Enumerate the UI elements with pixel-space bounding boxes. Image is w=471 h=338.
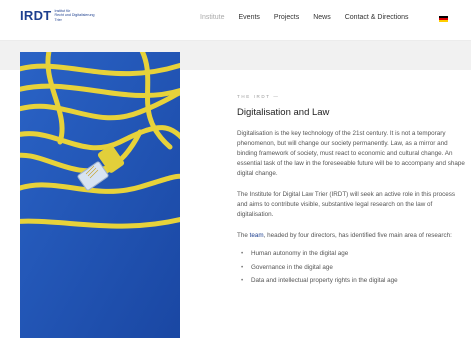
- irdt-logo[interactable]: IRDT Institut für Recht und Digitalisier…: [20, 9, 94, 23]
- team-link[interactable]: team: [250, 232, 264, 239]
- nav-item-news[interactable]: News: [313, 14, 331, 21]
- list-item: Data and intellectual property rights in…: [241, 274, 465, 288]
- nav-item-events[interactable]: Events: [239, 14, 260, 21]
- research-areas-list: Human autonomy in the digital age Govern…: [237, 247, 465, 288]
- institute-paragraph: The Institute for Digital Law Trier (IRD…: [237, 191, 456, 218]
- site-header: IRDT Institut für Recht und Digitalisier…: [0, 0, 471, 41]
- team-paragraph: The team, headed by four directors, has …: [237, 231, 465, 241]
- list-item: Human autonomy in the digital age: [241, 247, 465, 261]
- main-nav: Institute Events Projects News Contact &…: [200, 14, 423, 21]
- network-cable-photo: [20, 52, 180, 338]
- logo-subtitle-line: Trier: [54, 17, 62, 22]
- section-eyebrow: The IRDT —: [237, 94, 280, 99]
- list-item: Governance in the digital age: [241, 261, 465, 275]
- team-text-post: , headed by four directors, has identifi…: [263, 232, 452, 239]
- logo-mark: IRDT: [20, 8, 52, 23]
- logo-subtitle: Institut für Recht und Digitalisierung T…: [55, 9, 95, 22]
- page-title: Digitalisation and Law: [237, 107, 330, 118]
- intro-content: The IRDT — Digitalisation and Law Digita…: [237, 94, 465, 288]
- nav-item-contact-directions[interactable]: Contact & Directions: [345, 14, 409, 21]
- cable-illustration: [20, 52, 180, 338]
- intro-paragraph: Digitalisation is the key technology of …: [237, 130, 465, 177]
- german-flag-icon[interactable]: [439, 16, 448, 22]
- nav-item-projects[interactable]: Projects: [274, 14, 299, 21]
- nav-item-institute[interactable]: Institute: [200, 14, 225, 21]
- team-text-pre: The: [237, 232, 250, 239]
